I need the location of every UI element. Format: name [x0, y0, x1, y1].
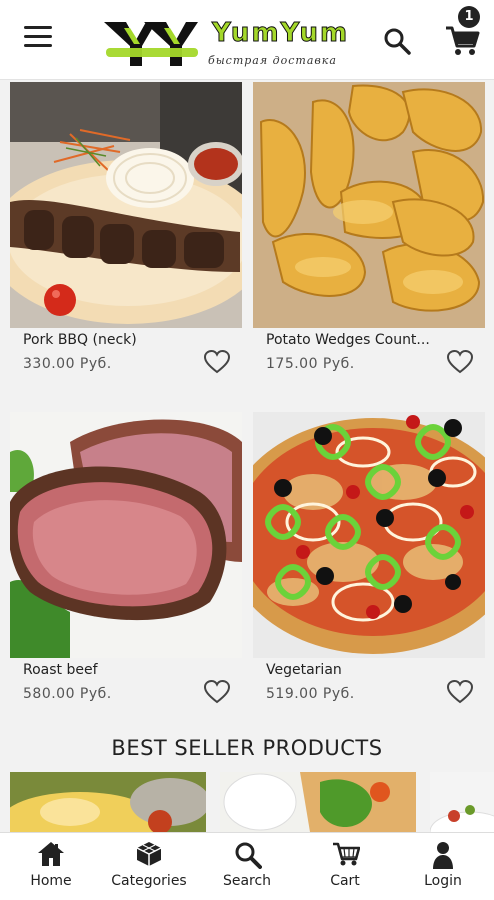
product-image-potato-wedges — [253, 82, 485, 328]
product-image-vegetarian-pizza — [253, 412, 485, 658]
search-icon[interactable] — [382, 26, 412, 56]
nav-label: Categories — [111, 873, 187, 889]
product-name: Vegetarian — [266, 662, 342, 678]
nav-label: Home — [30, 873, 72, 889]
best-seller-title: BEST SELLER PRODUCTS — [111, 736, 383, 760]
product-card[interactable]: Pork BBQ (neck) 330.00 Руб. — [10, 82, 242, 388]
hamburger-line — [24, 35, 52, 38]
product-name: Roast beef — [23, 662, 98, 678]
favorite-heart-icon[interactable] — [204, 350, 230, 374]
nav-item-cart[interactable]: Cart — [296, 833, 394, 900]
brand-logo[interactable]: YumYum быстрая доставка — [104, 14, 366, 72]
nav-label: Search — [222, 873, 272, 889]
favorite-heart-icon[interactable] — [447, 680, 473, 704]
categories-icon — [136, 842, 162, 866]
product-card[interactable]: Vegetarian 519.00 Руб. — [253, 412, 485, 718]
product-price: 330.00 Руб. — [23, 356, 112, 372]
search-icon — [235, 842, 262, 869]
nav-item-search[interactable]: Search — [198, 833, 296, 900]
product-card[interactable]: Roast beef 580.00 Руб. — [10, 412, 242, 718]
logo-mark-icon — [104, 22, 198, 66]
nav-item-categories[interactable]: Categories — [100, 833, 198, 900]
best-seller-item-image[interactable] — [10, 772, 206, 832]
nav-label: Login — [424, 873, 462, 889]
best-seller-carousel[interactable] — [0, 772, 494, 832]
nav-label: Cart — [330, 873, 360, 889]
brand-name: YumYum — [211, 18, 350, 49]
best-seller-item-image[interactable] — [430, 772, 494, 832]
user-icon — [433, 842, 453, 869]
app-header: YumYum быстрая доставка 1 — [0, 0, 494, 80]
product-image-roast-beef — [10, 412, 242, 658]
hamburger-line — [24, 44, 52, 47]
cart-count-badge: 1 — [458, 6, 480, 28]
cart-icon — [333, 842, 360, 866]
hamburger-line — [24, 26, 52, 29]
product-price: 519.00 Руб. — [266, 686, 355, 702]
product-name: Potato Wedges Count... — [266, 332, 430, 348]
home-icon — [38, 842, 64, 866]
cart-icon[interactable] — [444, 22, 480, 58]
menu-button[interactable] — [24, 26, 52, 52]
product-price: 580.00 Руб. — [23, 686, 112, 702]
product-image-pork-bbq — [10, 82, 242, 328]
nav-item-login[interactable]: Login — [394, 833, 492, 900]
bottom-navigation: Home Categories Search Cart Login — [0, 832, 494, 900]
product-card[interactable]: Potato Wedges Count... 175.00 Руб. — [253, 82, 485, 388]
product-price: 175.00 Руб. — [266, 356, 355, 372]
favorite-heart-icon[interactable] — [447, 350, 473, 374]
favorite-heart-icon[interactable] — [204, 680, 230, 704]
nav-item-home[interactable]: Home — [2, 833, 100, 900]
product-name: Pork BBQ (neck) — [23, 332, 137, 348]
best-seller-item-image[interactable] — [220, 772, 416, 832]
brand-tagline: быстрая доставка — [208, 54, 337, 67]
